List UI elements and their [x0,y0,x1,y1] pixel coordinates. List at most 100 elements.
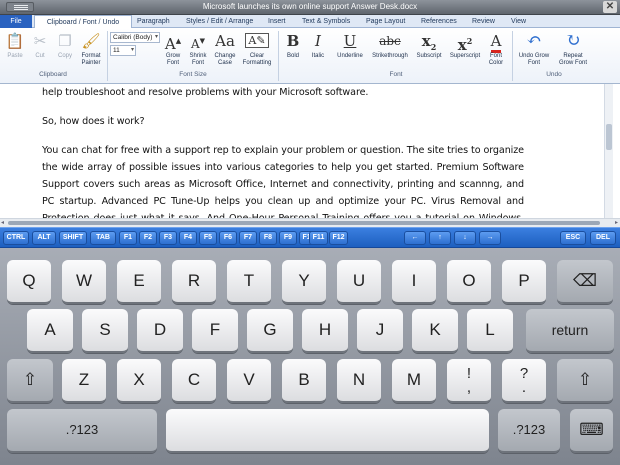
key-f[interactable]: F [192,309,238,353]
shift-icon[interactable]: ⇧ [557,359,613,403]
tab-view[interactable]: View [511,15,526,28]
key-y[interactable]: Y [282,260,326,304]
close-icon[interactable]: ✕ [603,1,617,13]
key-f3[interactable]: F3 [159,231,177,245]
key-shift[interactable]: SHIFT [59,231,87,245]
scroll-left-icon[interactable]: ◂ [1,219,4,227]
hide-keyboard-icon[interactable]: ⌨ [570,409,613,453]
key-r[interactable]: R [172,260,216,304]
key-x[interactable]: X [117,359,161,403]
key-t[interactable]: T [227,260,271,304]
tab-paragraph[interactable]: Paragraph [137,15,170,28]
key-f6[interactable]: F6 [219,231,237,245]
tab-references[interactable]: References [421,15,457,28]
key-i[interactable]: I [392,260,436,304]
key-c[interactable]: C [172,359,216,403]
document-body[interactable]: help troubleshoot and resolve problems w… [42,84,524,218]
key-u[interactable]: U [337,260,381,304]
key-exclamation-comma[interactable]: !, [447,359,491,403]
scissors-icon: ✂ [33,32,47,50]
undo-button[interactable]: ↶ Undo Grow Font [515,30,553,67]
key-l[interactable]: L [467,309,513,353]
tab-review[interactable]: Review [472,15,495,28]
bold-button[interactable]: B Bold [282,30,304,60]
key-f7[interactable]: F7 [239,231,257,245]
key-w[interactable]: W [62,260,106,304]
italic-button[interactable]: I Italic [307,30,329,60]
underline-button[interactable]: U Underline [332,30,368,60]
key-o[interactable]: O [447,260,491,304]
key-a[interactable]: A [27,309,73,353]
change-case-button[interactable]: Aa Change Case [212,30,238,67]
arrow-down-icon[interactable]: ↓ [454,231,476,245]
font-name-select[interactable]: Calibri (Body) ▾ [110,32,160,43]
key-ctrl[interactable]: CTRL [3,231,29,245]
key-v[interactable]: V [227,359,271,403]
eraser-icon: A✎ [240,30,274,52]
tab-insert[interactable]: Insert [268,15,286,28]
key-question-period[interactable]: ?. [502,359,546,403]
key-g[interactable]: G [247,309,293,353]
tab-file[interactable]: File [0,15,32,28]
return-key[interactable]: return [526,309,614,353]
numbers-key[interactable]: .?123 [498,409,560,453]
tab-text-symbols[interactable]: Text & Symbols [302,15,350,28]
paste-button[interactable]: 📋 Paste [4,30,26,60]
arrow-right-icon[interactable]: → [479,231,501,245]
subscript-button[interactable]: x2 Subscript [413,30,445,60]
key-h[interactable]: H [302,309,348,353]
strikethrough-button[interactable]: abc Strikethrough [368,30,412,60]
font-size-select[interactable]: 11 ▾ [110,45,136,56]
scroll-right-icon[interactable]: ▸ [615,219,618,227]
shift-icon[interactable]: ⇧ [7,359,53,403]
key-f5[interactable]: F5 [199,231,217,245]
key-f8[interactable]: F8 [259,231,277,245]
key-s[interactable]: S [82,309,128,353]
paragraph[interactable]: help troubleshoot and resolve problems w… [42,84,524,101]
backspace-icon[interactable]: ⌫ [557,260,613,304]
key-z[interactable]: Z [62,359,106,403]
arrow-left-icon[interactable]: ← [404,231,426,245]
document-area[interactable]: help troubleshoot and resolve problems w… [0,84,620,218]
paragraph[interactable]: You can chat for free with a support rep… [42,142,524,218]
key-f12[interactable]: F12 [329,231,348,245]
key-f11[interactable]: F11 [309,231,328,245]
key-k[interactable]: K [412,309,458,353]
key-e[interactable]: E [117,260,161,304]
format-painter-button[interactable]: 🖌 Format Painter [78,30,104,67]
shrink-font-button[interactable]: A▼ Shrink Font [186,30,210,67]
key-n[interactable]: N [337,359,381,403]
copy-button[interactable]: ❐ Copy [54,30,76,60]
grow-font-button[interactable]: A▲ Grow Font [162,30,184,67]
key-m[interactable]: M [392,359,436,403]
tab-styles-edit-arrange[interactable]: Styles / Edit / Arrange [186,15,253,28]
tab-page-layout[interactable]: Page Layout [366,15,405,28]
key-j[interactable]: J [357,309,403,353]
key-tab[interactable]: TAB [90,231,116,245]
key-q[interactable]: Q [7,260,51,304]
key-b[interactable]: B [282,359,326,403]
arrow-up-icon[interactable]: ↑ [429,231,451,245]
font-color-button[interactable]: A Font Color [485,30,507,67]
clear-formatting-button[interactable]: A✎ Clear Formatting [240,30,274,67]
tab-clipboard-font-undo[interactable]: Clipboard / Font / Undo [34,15,132,29]
scroll-thumb[interactable] [8,221,600,225]
horizontal-scrollbar[interactable]: ◂ ▸ [0,218,620,227]
key-del[interactable]: DEL [590,231,616,245]
superscript-button[interactable]: x2 Superscript [446,30,484,60]
cut-button[interactable]: ✂ Cut [30,30,50,60]
key-f9[interactable]: F9 [279,231,297,245]
paragraph[interactable]: So, how does it work? [42,113,524,130]
numbers-key[interactable]: .?123 [7,409,157,453]
key-alt[interactable]: ALT [32,231,56,245]
vertical-scrollbar[interactable] [604,84,613,218]
key-f2[interactable]: F2 [139,231,157,245]
repeat-button[interactable]: ↻ Repeat Grow Font [556,30,590,67]
key-p[interactable]: P [502,260,546,304]
scroll-thumb[interactable] [606,124,612,150]
space-bar[interactable] [166,409,489,453]
key-f1[interactable]: F1 [119,231,137,245]
key-d[interactable]: D [137,309,183,353]
key-esc[interactable]: ESC [560,231,586,245]
key-f4[interactable]: F4 [179,231,197,245]
